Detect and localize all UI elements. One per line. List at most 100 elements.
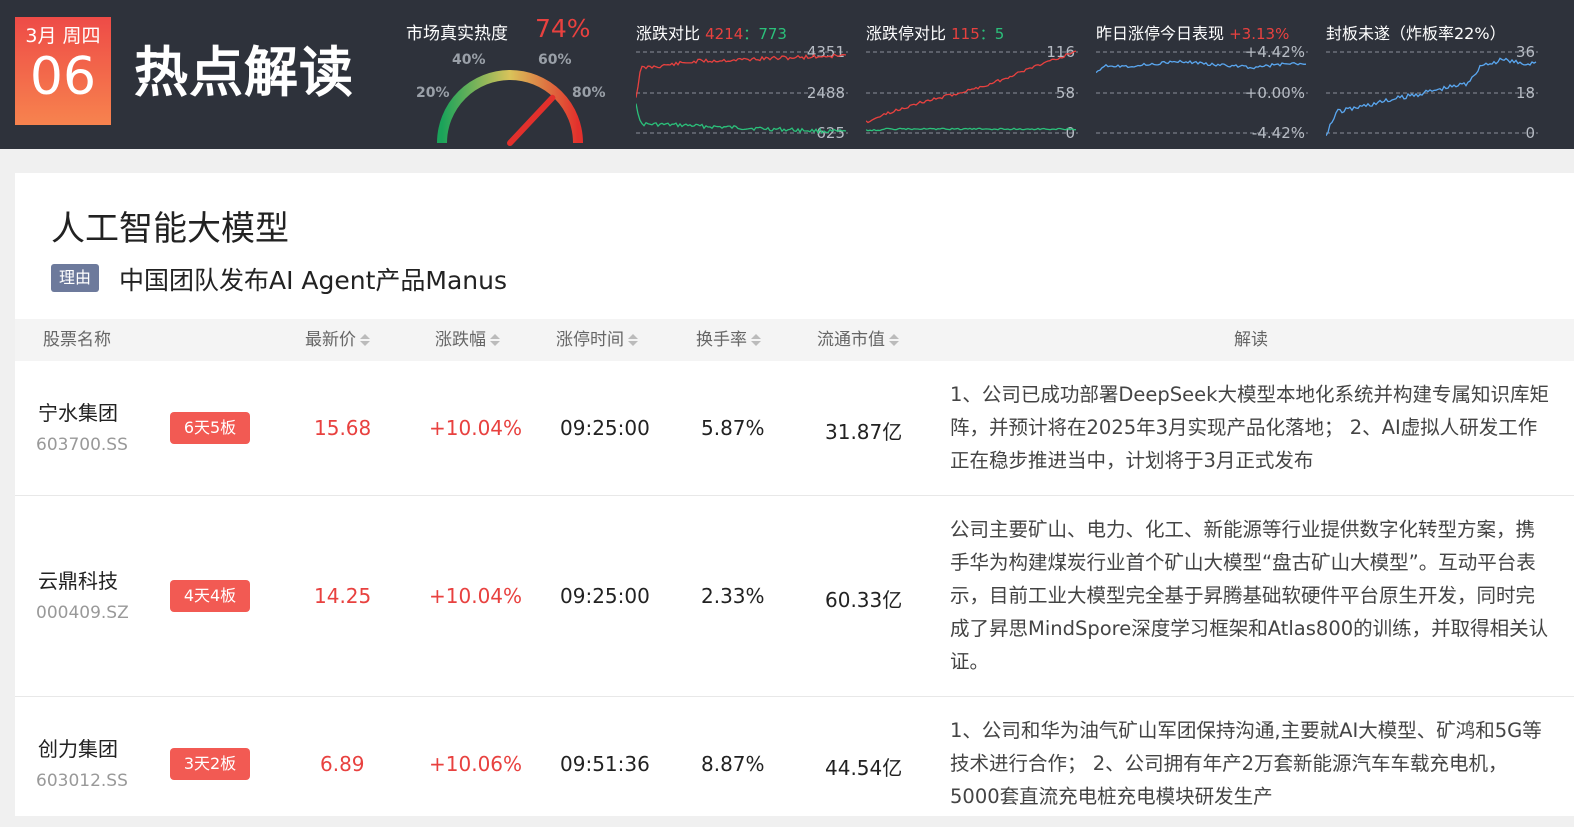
y-tick-label: 0 bbox=[1065, 124, 1075, 142]
col-name-label: 股票名称 bbox=[43, 330, 111, 350]
topic-title: 人工智能大模型 bbox=[51, 209, 289, 249]
y-tick-label: +4.42% bbox=[1245, 43, 1305, 61]
mini-title: 涨跌停对比 115：5 bbox=[866, 20, 1004, 44]
limit-time: 09:51:36 bbox=[560, 752, 650, 776]
limit-time: 09:25:00 bbox=[560, 416, 650, 440]
stock-code: 000409.SZ bbox=[36, 603, 129, 623]
sort-icon[interactable] bbox=[359, 333, 371, 347]
table-row[interactable]: 云鼎科技 000409.SZ 4天4板 14.25 +10.04% 09:25:… bbox=[15, 496, 1574, 697]
mini-value-up: +3.13% bbox=[1229, 25, 1290, 43]
stock-change: +10.06% bbox=[429, 752, 523, 776]
y-tick-label: +0.00% bbox=[1245, 84, 1305, 102]
col-price[interactable]: 最新价 bbox=[305, 319, 371, 361]
date-weekday: 3月 周四 bbox=[25, 25, 101, 47]
gauge-tick-40: 40% bbox=[452, 52, 486, 68]
market-cap: 60.33亿 bbox=[825, 588, 903, 612]
col-turnover[interactable]: 换手率 bbox=[696, 319, 762, 361]
market-header: 3月 周四 06 热点解读 市场真实热度 74% 20% 40% 60% 80%… bbox=[0, 0, 1574, 149]
heat-title: 市场真实热度 bbox=[406, 24, 508, 44]
table-header: 股票名称 最新价 涨跌幅 涨停时间 换手率 流通市值 解读 bbox=[15, 319, 1574, 361]
reason-text: 中国团队发布AI Agent产品Manus bbox=[119, 266, 508, 295]
col-market-cap[interactable]: 流通市值 bbox=[817, 319, 900, 361]
mini-chart-svg: 36 18 0 bbox=[1326, 43, 1538, 142]
streak-badge: 6天5板 bbox=[170, 412, 250, 444]
mini-chart-yesterday: 昨日涨停今日表现 +3.13% +4.42% +0.00% -4.42% bbox=[1096, 0, 1308, 149]
y-tick-label: 0 bbox=[1525, 124, 1535, 142]
col-name: 股票名称 bbox=[43, 319, 111, 361]
heat-value: 74% bbox=[535, 14, 591, 43]
y-tick-label: 58 bbox=[1056, 84, 1075, 102]
fall-count-line bbox=[636, 103, 847, 135]
col-price-label: 最新价 bbox=[305, 330, 356, 350]
y-tick-label: 2488 bbox=[807, 84, 845, 102]
mini-value-up: 4214 bbox=[705, 25, 744, 43]
page-title: 热点解读 bbox=[134, 41, 354, 104]
y-tick-label: 18 bbox=[1516, 84, 1535, 102]
stock-price: 14.25 bbox=[314, 584, 372, 608]
mini-chart-broken: 封板未遂（炸板率22%） 36 18 0 bbox=[1326, 0, 1538, 149]
col-change[interactable]: 涨跌幅 bbox=[435, 319, 501, 361]
mini-title: 封板未遂（炸板率22%） bbox=[1326, 20, 1506, 44]
y-tick-label: -4.42% bbox=[1252, 124, 1305, 142]
table-row[interactable]: 宁水集团 603700.SS 6天5板 15.68 +10.04% 09:25:… bbox=[15, 361, 1574, 496]
mini-sep: ： bbox=[979, 25, 995, 43]
streak-badge: 4天4板 bbox=[170, 580, 250, 612]
date-day: 06 bbox=[29, 47, 97, 107]
stock-name[interactable]: 宁水集团 bbox=[38, 397, 118, 426]
mini-value-up: 115 bbox=[951, 25, 980, 43]
stock-price: 6.89 bbox=[320, 752, 365, 776]
mini-chart-rise-fall: 涨跌对比 4214：773 4351 2488 625 bbox=[636, 0, 848, 149]
heat-gauge: 20% 40% 60% 80% bbox=[416, 52, 606, 146]
y-tick-label: 36 bbox=[1516, 43, 1535, 61]
turnover: 2.33% bbox=[701, 584, 765, 608]
stock-code: 603012.SS bbox=[36, 771, 128, 791]
broken-board-line bbox=[1326, 57, 1537, 137]
gauge-arc bbox=[437, 70, 583, 144]
stock-name[interactable]: 云鼎科技 bbox=[38, 565, 118, 594]
col-analysis: 解读 bbox=[1234, 319, 1268, 361]
turnover: 5.87% bbox=[701, 416, 765, 440]
topic-card: 人工智能大模型 理由 中国团队发布AI Agent产品Manus 股票名称 最新… bbox=[15, 173, 1574, 816]
limit-up-line bbox=[866, 50, 1077, 124]
col-turnover-label: 换手率 bbox=[696, 330, 747, 350]
gauge-needle bbox=[507, 94, 556, 146]
sort-icon[interactable] bbox=[750, 333, 762, 347]
sort-icon[interactable] bbox=[888, 333, 900, 347]
mini-title-label: 涨跌停对比 bbox=[866, 24, 947, 43]
analysis-text: 1、公司已成功部署DeepSeek大模型本地化系统并构建专属知识库矩阵，并预计将… bbox=[950, 383, 1549, 472]
table-row[interactable]: 创力集团 603012.SS 3天2板 6.89 +10.06% 09:51:3… bbox=[15, 697, 1574, 827]
col-change-label: 涨跌幅 bbox=[435, 330, 486, 350]
col-analysis-label: 解读 bbox=[1234, 330, 1268, 350]
sort-icon[interactable] bbox=[489, 333, 501, 347]
market-cap: 31.87亿 bbox=[825, 420, 903, 444]
mini-title-label: 昨日涨停今日表现 bbox=[1096, 24, 1225, 43]
analysis-text: 公司主要矿山、电力、化工、新能源等行业提供数字化转型方案，携手华为构建煤炭行业首… bbox=[950, 518, 1549, 673]
market-cap: 44.54亿 bbox=[825, 756, 903, 780]
limit-down-line bbox=[866, 127, 1076, 132]
y-tick-label: 625 bbox=[816, 124, 845, 142]
stock-change: +10.04% bbox=[429, 584, 523, 608]
yesterday-limit-line bbox=[1096, 59, 1307, 74]
reason-tag: 理由 bbox=[51, 264, 99, 292]
stock-change: +10.04% bbox=[429, 416, 523, 440]
stock-code: 603700.SS bbox=[36, 435, 128, 455]
mini-value-down: 773 bbox=[758, 25, 787, 43]
mini-chart-svg: +4.42% +0.00% -4.42% bbox=[1096, 43, 1308, 142]
stock-name[interactable]: 创力集团 bbox=[38, 733, 118, 762]
mini-chart-svg: 4351 2488 625 bbox=[636, 43, 848, 142]
mini-title: 涨跌对比 4214：773 bbox=[636, 20, 787, 44]
stock-price: 15.68 bbox=[314, 416, 372, 440]
mini-title-label: 涨跌对比 bbox=[636, 24, 701, 43]
streak-badge: 3天2板 bbox=[170, 748, 250, 780]
limit-time: 09:25:00 bbox=[560, 584, 650, 608]
analysis-text: 1、公司和华为油气矿山军团保持沟通,主要就AI大模型、矿鸿和5G等技术进行合作；… bbox=[950, 719, 1542, 808]
col-limit-time-label: 涨停时间 bbox=[556, 330, 624, 350]
col-market-cap-label: 流通市值 bbox=[817, 330, 885, 350]
mini-sep: ： bbox=[743, 25, 759, 43]
mini-value-down: 5 bbox=[994, 25, 1005, 43]
sort-icon[interactable] bbox=[627, 333, 639, 347]
gauge-tick-20: 20% bbox=[416, 85, 450, 101]
gauge-tick-80: 80% bbox=[572, 85, 606, 101]
y-tick-label: 4351 bbox=[807, 43, 845, 61]
col-limit-time[interactable]: 涨停时间 bbox=[556, 319, 639, 361]
